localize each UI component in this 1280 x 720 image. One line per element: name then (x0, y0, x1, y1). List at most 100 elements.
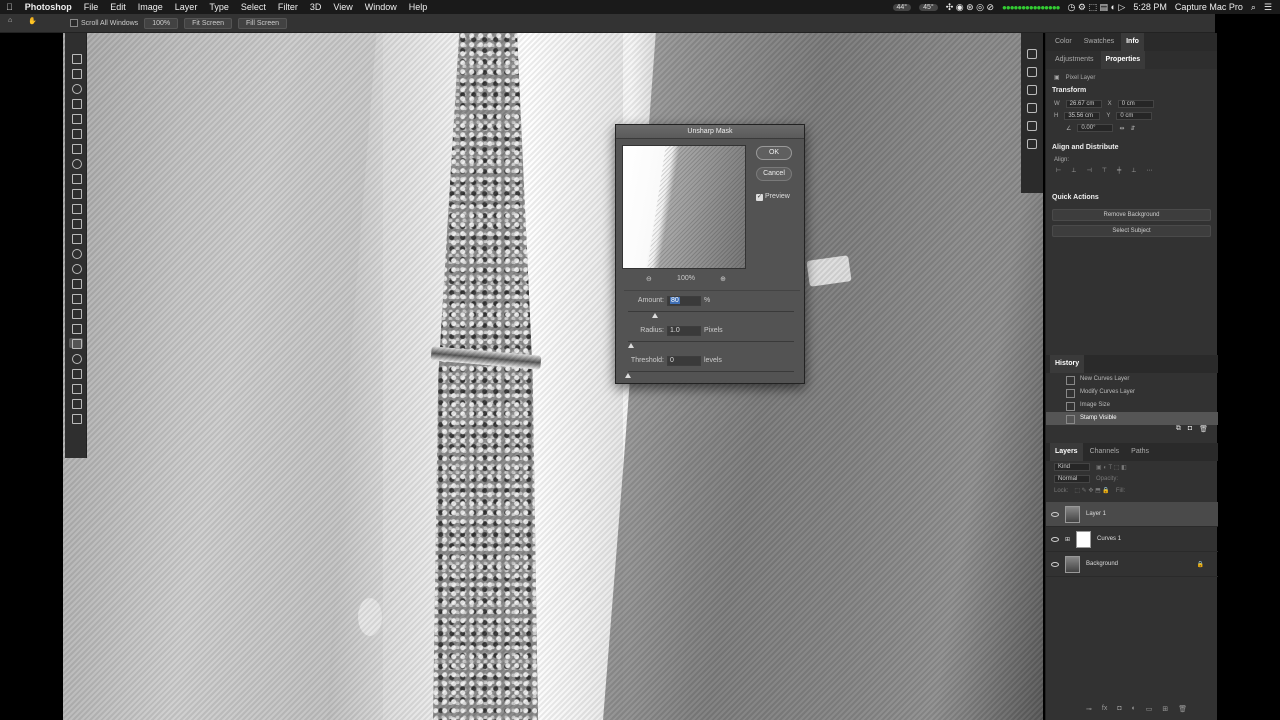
mask-icon[interactable]: ◘ (1117, 705, 1121, 713)
zoom-out-icon[interactable]: ⊖ (646, 275, 652, 283)
pen-tool-icon[interactable] (69, 278, 83, 289)
visibility-eye-icon[interactable] (1051, 511, 1059, 517)
menu-3d[interactable]: 3D (304, 2, 328, 12)
group-icon[interactable]: ▭ (1146, 705, 1153, 713)
quick-actions-title[interactable]: Quick Actions (1046, 190, 1217, 205)
amount-input[interactable]: 80 (667, 296, 701, 306)
height-field[interactable]: 35.56 cm (1064, 112, 1101, 120)
hand-tool-icon[interactable]: ✋ (28, 17, 37, 25)
history-brush-tool-icon[interactable] (69, 203, 83, 214)
brush-tool-icon[interactable] (69, 173, 83, 184)
crop-tool-icon[interactable] (69, 113, 83, 124)
tray-icons[interactable]: ◷ ⚙ ⬚ ▤ ◐ ▷ (1068, 2, 1126, 13)
quick-select-tool-icon[interactable] (69, 98, 83, 109)
tab-properties[interactable]: Properties (1100, 51, 1146, 69)
history-item[interactable]: Modify Curves Layer (1046, 386, 1218, 399)
clock[interactable]: 5:28 PM (1133, 2, 1167, 12)
select-subject-button[interactable]: Select Subject (1052, 225, 1211, 237)
screen-mode-icon[interactable] (69, 413, 83, 424)
adjust-icon[interactable] (1027, 85, 1037, 95)
lock-icons[interactable]: ⬚ ✎ ✥ ⬒ 🔒 (1074, 487, 1110, 494)
character-icon[interactable] (1027, 121, 1037, 131)
history-item[interactable]: Image Size (1046, 399, 1218, 412)
transform-title[interactable]: Transform (1046, 83, 1217, 98)
brushes-icon[interactable] (1027, 67, 1037, 77)
menu-window[interactable]: Window (359, 2, 403, 12)
status-icons[interactable]: ✣ ◉ ⊛ ◎ ⊘ (946, 2, 994, 13)
type-tool-icon[interactable] (69, 293, 83, 304)
paths-icon[interactable] (1027, 103, 1037, 113)
preview-checkbox[interactable]: ✓ (756, 194, 763, 201)
remove-background-button[interactable]: Remove Background (1052, 209, 1211, 221)
filter-preview[interactable] (622, 145, 746, 269)
link-icon[interactable]: ⊸ (1086, 705, 1092, 713)
layer-row[interactable]: ⊞ Curves 1 (1046, 527, 1218, 552)
zoom-in-icon[interactable]: ⊕ (720, 275, 726, 283)
radius-slider-knob[interactable] (628, 343, 635, 348)
gradient-tool-icon[interactable] (69, 233, 83, 244)
hand-tool-icon[interactable] (68, 338, 83, 349)
new-document-icon[interactable]: ⧉ (1176, 425, 1181, 439)
align-bottom-icon[interactable]: ⊥ (1131, 167, 1136, 174)
ok-button[interactable]: OK (756, 146, 792, 160)
radius-input[interactable]: 1.0 (667, 326, 701, 336)
tab-history[interactable]: History (1050, 355, 1085, 373)
tab-color[interactable]: Color (1050, 33, 1077, 51)
more-align-icon[interactable]: ⋯ (1146, 167, 1152, 174)
user-name[interactable]: Capture Mac Pro (1175, 2, 1243, 12)
flip-horizontal-icon[interactable]: ⇹ (1119, 125, 1124, 132)
cpu-status[interactable]: 44° (892, 3, 912, 11)
move-tool-icon[interactable] (69, 53, 83, 64)
eyedropper-tool-icon[interactable] (69, 143, 83, 154)
adjustment-icon[interactable]: ◐ (1132, 705, 1136, 713)
align-left-icon[interactable]: ⊢ (1056, 167, 1061, 174)
learn-icon[interactable] (1027, 49, 1037, 59)
threshold-slider[interactable] (628, 371, 794, 372)
snapshot-icon[interactable]: ◘ (1188, 425, 1192, 439)
zoom-100-button[interactable]: 100% (144, 17, 179, 29)
menu-type[interactable]: Type (203, 2, 235, 12)
eraser-tool-icon[interactable] (69, 218, 83, 229)
temp-status[interactable]: 45° (919, 3, 938, 11)
x-field[interactable]: 0 cm (1117, 100, 1154, 108)
menu-select[interactable]: Select (235, 2, 272, 12)
tab-swatches[interactable]: Swatches (1079, 33, 1119, 51)
tab-channels[interactable]: Channels (1085, 443, 1125, 461)
tab-info[interactable]: Info (1121, 33, 1144, 51)
history-item[interactable]: New Curves Layer (1046, 373, 1218, 386)
amount-slider[interactable] (628, 311, 794, 312)
tab-adjustments[interactable]: Adjustments (1050, 51, 1099, 69)
angle-field[interactable]: 0.00° (1077, 124, 1114, 132)
scroll-all-checkbox[interactable]: Scroll All Windows (70, 19, 138, 27)
path-select-tool-icon[interactable] (69, 308, 83, 319)
zoom-tool-icon[interactable] (69, 353, 83, 364)
menu-edit[interactable]: Edit (104, 2, 132, 12)
fx-icon[interactable]: fx (1102, 705, 1107, 713)
layer-name[interactable]: Curves 1 (1097, 536, 1121, 542)
tab-layers[interactable]: Layers (1050, 443, 1083, 461)
search-icon[interactable]: ⌕ (1251, 2, 1256, 13)
new-layer-icon[interactable]: ⊞ (1162, 705, 1168, 713)
menu-image[interactable]: Image (132, 2, 169, 12)
align-middle-icon[interactable]: ╪ (1117, 168, 1121, 174)
marquee-tool-icon[interactable] (69, 68, 83, 79)
blend-mode[interactable]: Normal (1054, 475, 1090, 483)
menu-layer[interactable]: Layer (169, 2, 204, 12)
stamp-tool-icon[interactable] (69, 188, 83, 199)
apple-menu-icon[interactable]:  (0, 2, 19, 12)
lasso-tool-icon[interactable] (69, 83, 83, 94)
home-icon[interactable]: ⌂ (8, 17, 12, 24)
tab-paths[interactable]: Paths (1126, 443, 1154, 461)
amount-slider-knob[interactable] (651, 313, 658, 318)
fit-screen-button[interactable]: Fit Screen (184, 17, 232, 29)
dialog-title[interactable]: Unsharp Mask (616, 125, 804, 139)
history-item[interactable]: Stamp Visible (1046, 412, 1218, 425)
threshold-slider-knob[interactable] (625, 373, 631, 378)
align-center-icon[interactable]: ⊥ (1071, 167, 1076, 174)
frame-tool-icon[interactable] (69, 128, 83, 139)
quick-mask-icon[interactable] (69, 398, 83, 409)
dodge-tool-icon[interactable] (69, 263, 83, 274)
threshold-input[interactable]: 0 (667, 356, 701, 366)
paragraph-icon[interactable] (1027, 139, 1037, 149)
y-field[interactable]: 0 cm (1116, 112, 1153, 120)
